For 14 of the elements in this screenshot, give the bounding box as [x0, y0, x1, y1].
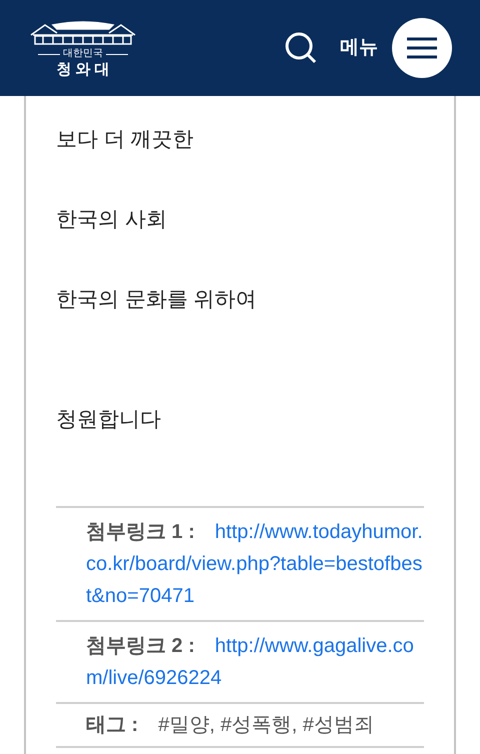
attachment-entry[interactable]: 첨부링크 2 : http://www.gagalive.com/live/6926224	[86, 630, 424, 694]
logo-title: 청 와 대	[56, 61, 110, 79]
body-text: 청원합니다	[56, 407, 162, 433]
menu-icon	[407, 37, 437, 59]
body-text: 한국의 문화를 위하여	[56, 287, 258, 313]
menu-label: 메뉴	[340, 36, 378, 60]
search-icon	[284, 31, 318, 65]
tag-list: #밀양, #성폭행, #성범죄	[158, 714, 374, 736]
body-text: 보다 더 깨끗한	[56, 127, 195, 153]
search-button[interactable]	[284, 31, 318, 65]
logo-subtitle: 대한민국	[63, 49, 103, 59]
body-text: 한국의 사회	[56, 207, 168, 233]
attachment-entry[interactable]: 첨부링크 1 : http://www.todayhumor.co.kr/board/view.php?table=bestofbest&no=70471	[86, 516, 424, 612]
tag-label: 태그 :	[86, 714, 138, 736]
